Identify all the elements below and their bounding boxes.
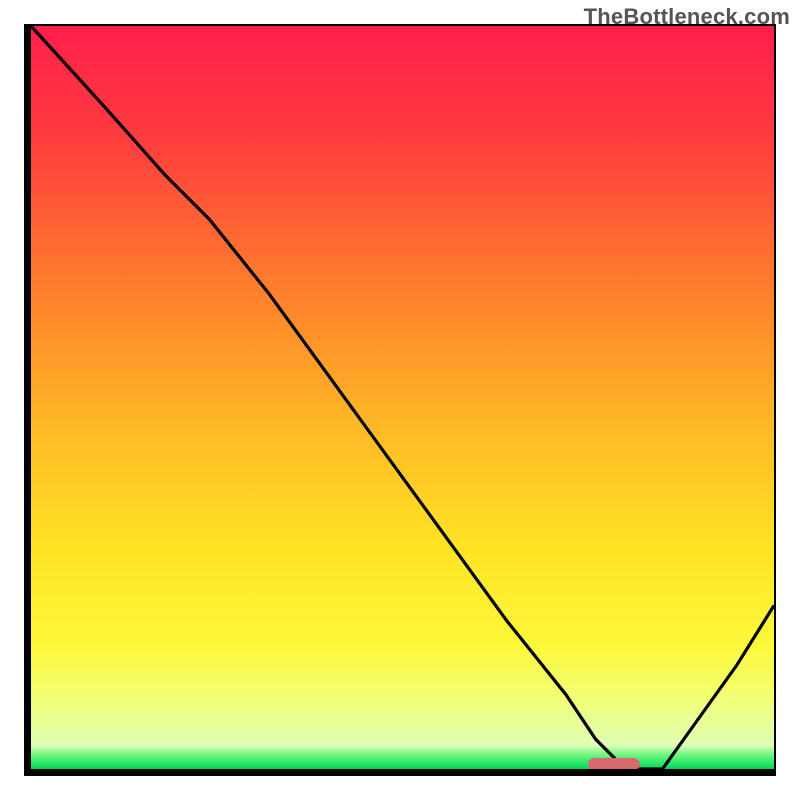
optimal-range-marker xyxy=(588,758,640,770)
source-attribution: TheBottleneck.com xyxy=(584,4,790,30)
bottleneck-curve xyxy=(24,24,776,776)
